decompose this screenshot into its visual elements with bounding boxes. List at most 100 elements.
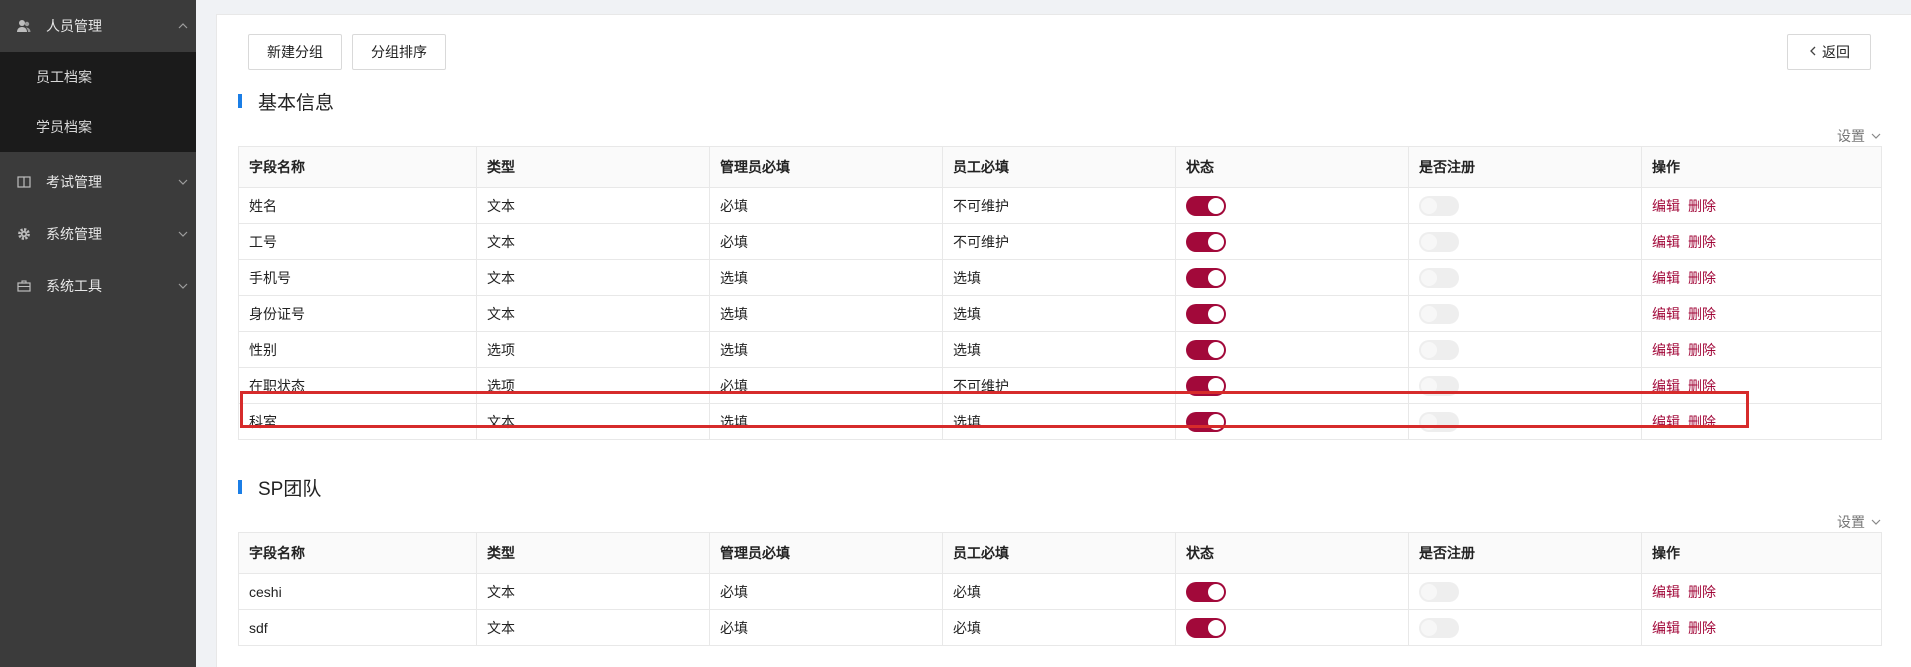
table-row: 工号 文本 必填 不可维护 编辑 删除: [238, 223, 1882, 260]
edit-link[interactable]: 编辑: [1652, 584, 1680, 600]
edit-link[interactable]: 编辑: [1652, 620, 1680, 636]
register-toggle[interactable]: [1419, 581, 1459, 602]
column-header: 是否注册: [1408, 532, 1642, 574]
field-name-cell: 科室: [238, 403, 477, 440]
admin-required-cell: 选填: [709, 259, 943, 296]
register-toggle[interactable]: [1419, 303, 1459, 324]
register-toggle[interactable]: [1419, 339, 1459, 360]
field-name-cell: 身份证号: [238, 295, 477, 332]
chevron-left-icon: [1810, 45, 1816, 59]
register-toggle[interactable]: [1419, 267, 1459, 288]
sidebar-item-employee-archive[interactable]: 员工档案: [0, 52, 196, 102]
delete-link[interactable]: 删除: [1688, 378, 1716, 394]
employee-required-cell: 不可维护: [942, 367, 1176, 404]
status-cell: [1175, 573, 1409, 610]
actions-cell: 编辑 删除: [1641, 403, 1882, 440]
edit-link[interactable]: 编辑: [1652, 306, 1680, 322]
menu-personnel[interactable]: 人员管理: [0, 0, 196, 52]
register-toggle[interactable]: [1419, 411, 1459, 432]
delete-link[interactable]: 删除: [1688, 270, 1716, 286]
settings-dropdown[interactable]: 设置: [1837, 512, 1881, 532]
register-cell: [1408, 403, 1642, 440]
sort-groups-button[interactable]: 分组排序: [352, 34, 446, 70]
column-header: 类型: [476, 146, 710, 188]
field-name-cell: 姓名: [238, 187, 477, 224]
menu-group-personnel: 人员管理 员工档案 学员档案: [0, 0, 196, 152]
chevron-down-icon: [170, 228, 196, 240]
delete-link[interactable]: 删除: [1688, 620, 1716, 636]
column-header: 员工必填: [942, 532, 1176, 574]
settings-dropdown[interactable]: 设置: [1837, 126, 1881, 146]
register-cell: [1408, 259, 1642, 296]
table-row: 身份证号 文本 选填 选填 编辑 删除: [238, 295, 1882, 332]
status-cell: [1175, 367, 1409, 404]
table-row: 科室 文本 选填 选填 编辑 删除: [238, 403, 1882, 440]
table-header: 字段名称 类型 管理员必填 员工必填 状态 是否注册 操作: [238, 532, 1882, 574]
delete-link[interactable]: 删除: [1688, 198, 1716, 214]
menu-tools[interactable]: 系统工具: [0, 260, 196, 312]
status-toggle[interactable]: [1186, 303, 1226, 324]
menu-personnel-label: 人员管理: [46, 18, 102, 34]
actions-cell: 编辑 删除: [1641, 367, 1882, 404]
back-button[interactable]: 返回: [1787, 34, 1871, 70]
status-toggle[interactable]: [1186, 267, 1226, 288]
user-icon: [16, 18, 32, 34]
status-toggle[interactable]: [1186, 581, 1226, 602]
field-type-cell: 文本: [476, 259, 710, 296]
menu-system-label: 系统管理: [46, 226, 102, 242]
register-toggle[interactable]: [1419, 195, 1459, 216]
toggle-knob: [1208, 233, 1224, 250]
edit-link[interactable]: 编辑: [1652, 270, 1680, 286]
register-toggle[interactable]: [1419, 617, 1459, 638]
field-name-cell: 在职状态: [238, 367, 477, 404]
delete-link[interactable]: 删除: [1688, 234, 1716, 250]
menu-exam[interactable]: 考试管理: [0, 156, 196, 208]
toggle-knob: [1208, 197, 1224, 214]
status-toggle[interactable]: [1186, 339, 1226, 360]
register-toggle[interactable]: [1419, 375, 1459, 396]
status-toggle[interactable]: [1186, 195, 1226, 216]
status-toggle[interactable]: [1186, 411, 1226, 432]
employee-required-cell: 不可维护: [942, 223, 1176, 260]
status-toggle[interactable]: [1186, 375, 1226, 396]
actions-cell: 编辑 删除: [1641, 331, 1882, 368]
toggle-knob: [1208, 413, 1224, 430]
menu-system[interactable]: 系统管理: [0, 208, 196, 260]
column-header: 字段名称: [238, 146, 477, 188]
register-cell: [1408, 609, 1642, 646]
table-row: ceshi 文本 必填 必填 编辑 删除: [238, 573, 1882, 610]
delete-link[interactable]: 删除: [1688, 414, 1716, 430]
status-toggle[interactable]: [1186, 617, 1226, 638]
edit-link[interactable]: 编辑: [1652, 198, 1680, 214]
delete-link[interactable]: 删除: [1688, 584, 1716, 600]
actions-cell: 编辑 删除: [1641, 259, 1882, 296]
sidebar-item-student-archive[interactable]: 学员档案: [0, 102, 196, 152]
actions-cell: 编辑 删除: [1641, 187, 1882, 224]
chevron-down-icon: [170, 280, 196, 292]
chevron-down-icon: [1871, 131, 1881, 142]
delete-link[interactable]: 删除: [1688, 306, 1716, 322]
table-header: 字段名称 类型 管理员必填 员工必填 状态 是否注册 操作: [238, 146, 1882, 188]
main-content: 新建分组 分组排序 返回 基本信息 设置 字段名称 类型 管理员必填 员工必填 …: [216, 14, 1911, 667]
register-toggle[interactable]: [1419, 231, 1459, 252]
toggle-knob: [1421, 341, 1437, 358]
edit-link[interactable]: 编辑: [1652, 342, 1680, 358]
new-group-button[interactable]: 新建分组: [248, 34, 342, 70]
chevron-up-icon: [170, 20, 196, 32]
admin-required-cell: 必填: [709, 573, 943, 610]
section-title-text: 基本信息: [258, 92, 335, 114]
actions-cell: 编辑 删除: [1641, 223, 1882, 260]
table-row: 在职状态 选项 必填 不可维护 编辑 删除: [238, 367, 1882, 404]
admin-required-cell: 必填: [709, 367, 943, 404]
edit-link[interactable]: 编辑: [1652, 234, 1680, 250]
status-cell: [1175, 187, 1409, 224]
delete-link[interactable]: 删除: [1688, 342, 1716, 358]
edit-link[interactable]: 编辑: [1652, 378, 1680, 394]
toggle-knob: [1421, 233, 1437, 250]
edit-link[interactable]: 编辑: [1652, 414, 1680, 430]
status-toggle[interactable]: [1186, 231, 1226, 252]
settings-label: 设置: [1837, 514, 1865, 530]
toggle-knob: [1421, 583, 1437, 600]
app-root: 人员管理 员工档案 学员档案 考试管理 系统管理 系统工具 新建分组 分组排序 …: [0, 0, 1911, 667]
field-name-cell: 性别: [238, 331, 477, 368]
